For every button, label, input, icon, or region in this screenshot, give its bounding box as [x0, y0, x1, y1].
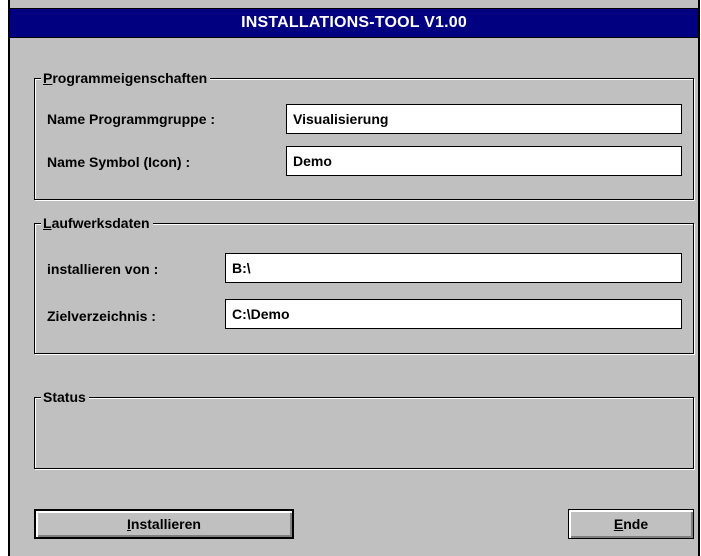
status-group: Status	[34, 388, 694, 469]
group-name-label: Name Programmgruppe :	[47, 111, 216, 127]
status-legend: Status	[41, 388, 89, 406]
install-from-field[interactable]: B:\	[225, 253, 682, 283]
program-properties-group: Programmeigenschaften Name Programmgrupp…	[34, 69, 694, 200]
installer-window: INSTALLATIONS-TOOL V1.00 Programmeigensc…	[8, 0, 700, 556]
window-title: INSTALLATIONS-TOOL V1.00	[241, 14, 467, 31]
icon-name-label: Name Symbol (Icon) :	[47, 154, 191, 170]
icon-name-field[interactable]: Demo	[286, 146, 682, 176]
target-dir-label: Zielverzeichnis :	[47, 308, 156, 324]
title-bar: INSTALLATIONS-TOOL V1.00	[10, 8, 698, 38]
group-name-field[interactable]: Visualisierung	[286, 104, 682, 134]
install-from-label: installieren von :	[47, 261, 159, 277]
program-properties-legend: Programmeigenschaften	[41, 69, 211, 87]
end-button[interactable]: Ende	[568, 509, 694, 539]
target-dir-field[interactable]: C:\Demo	[225, 299, 682, 329]
install-button[interactable]: Installieren	[34, 509, 294, 539]
drive-data-legend: Laufwerksdaten	[41, 214, 153, 232]
drive-data-group: Laufwerksdaten installieren von : B:\ Zi…	[34, 214, 694, 354]
window-frame-top	[10, 0, 698, 8]
